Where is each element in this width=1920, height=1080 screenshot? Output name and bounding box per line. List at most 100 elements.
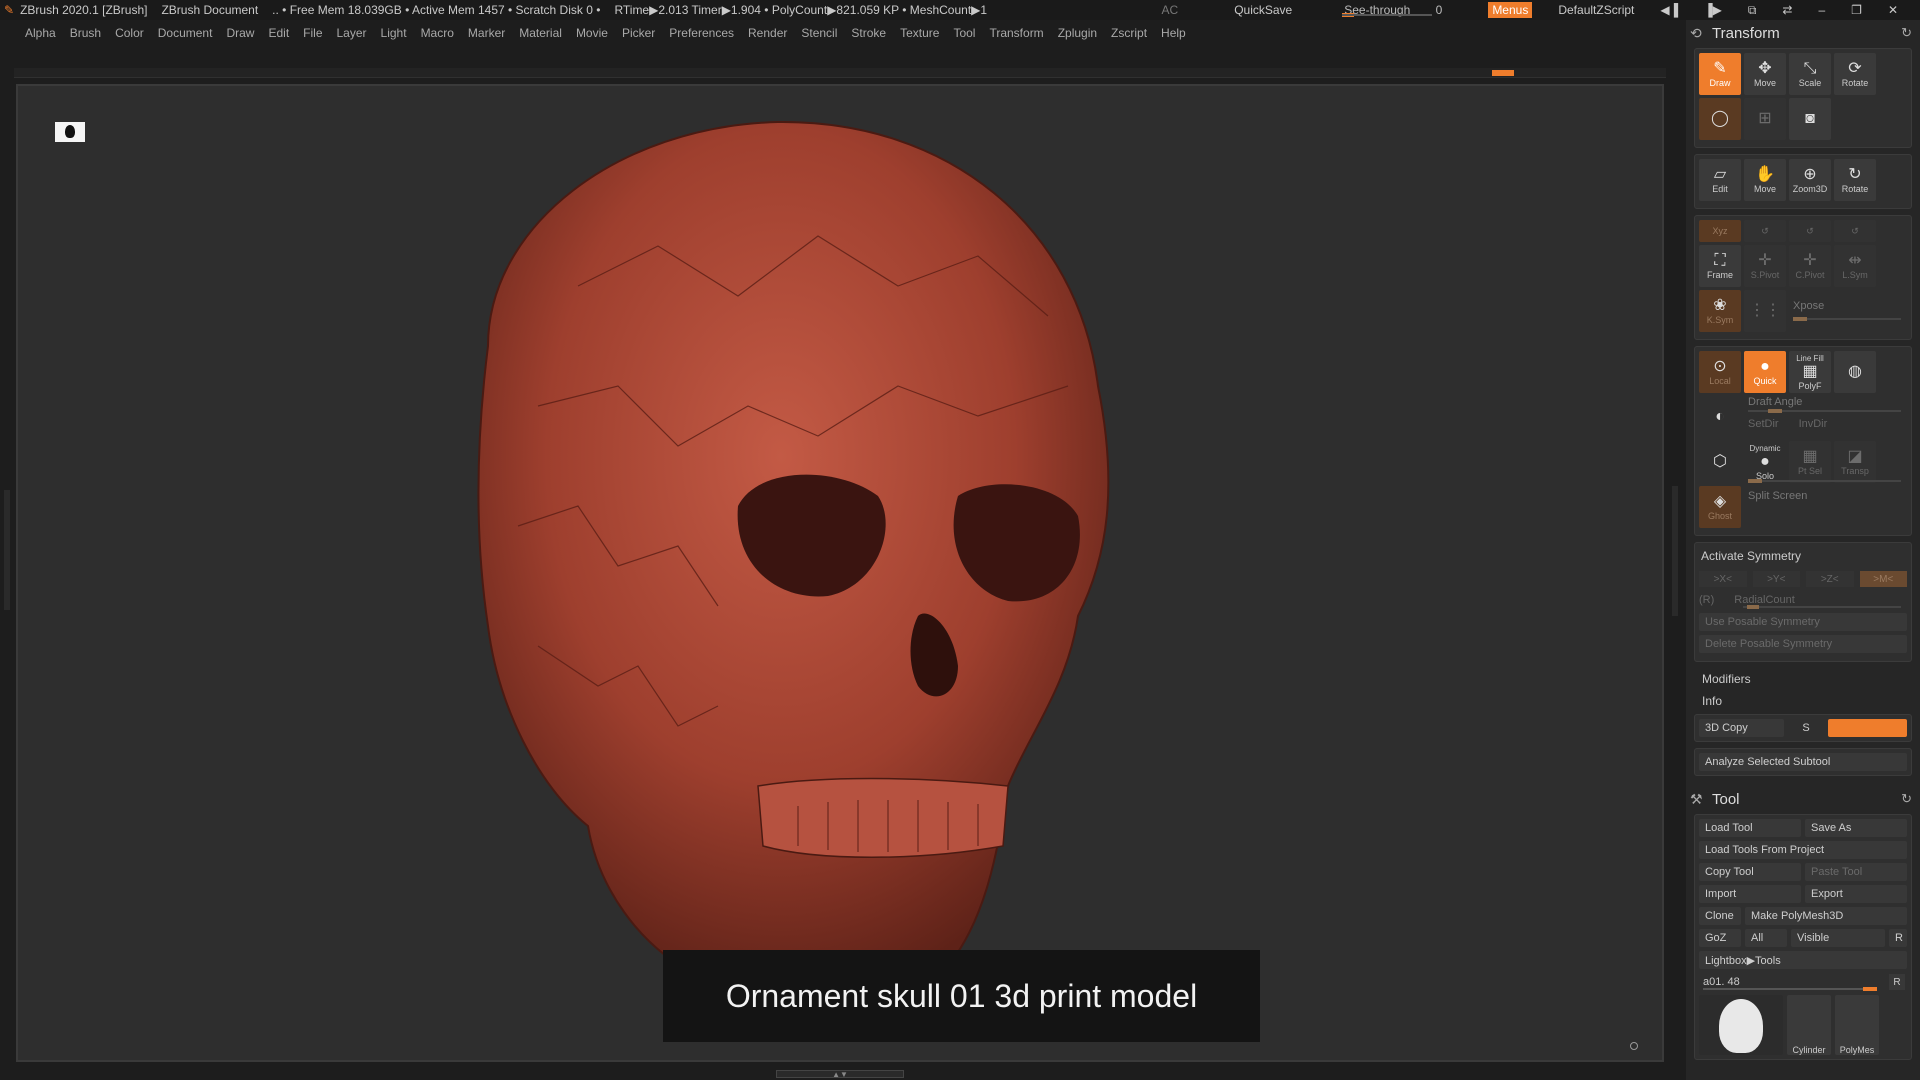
draw-button[interactable]: ✎ Draw <box>1699 53 1741 95</box>
modifiers-subpalette[interactable]: Modifiers <box>1686 668 1920 690</box>
close-icon[interactable]: ✕ <box>1888 3 1898 17</box>
sym-y-toggle[interactable]: >Y< <box>1752 571 1800 587</box>
menu-zplugin[interactable]: Zplugin <box>1051 26 1104 40</box>
bottom-tray-handle[interactable]: ▲▼ <box>776 1070 904 1079</box>
skull-model[interactable] <box>18 86 1664 1062</box>
window-swap-icon[interactable]: ⇄ <box>1782 3 1792 17</box>
transp-button[interactable]: ◪ Transp <box>1834 441 1876 483</box>
radial-count-label[interactable]: RadialCount <box>1734 594 1795 606</box>
lsym-button[interactable]: ⇹ L.Sym <box>1834 245 1876 287</box>
free-rotate-toggle[interactable]: ↺ <box>1834 220 1876 242</box>
menu-zscript[interactable]: Zscript <box>1104 26 1154 40</box>
ksym-button[interactable]: ❀ K.Sym <box>1699 290 1741 332</box>
window-tile-icon[interactable]: ⧉ <box>1748 3 1757 18</box>
menu-preferences[interactable]: Preferences <box>662 26 741 40</box>
sphere-button[interactable]: ◍ <box>1834 351 1876 393</box>
goz-r-button[interactable]: R <box>1889 929 1907 947</box>
import-button[interactable]: Import <box>1699 885 1801 903</box>
shelf-marker[interactable] <box>1492 70 1514 76</box>
ptsel-button[interactable]: ▦ Pt Sel <box>1789 441 1831 483</box>
transform-palette-header[interactable]: ⟲ Transform ↻ <box>1686 20 1920 46</box>
menu-marker[interactable]: Marker <box>461 26 512 40</box>
split-screen-slider[interactable]: Split Screen <box>1744 479 1907 504</box>
xyz-toggle[interactable]: Xyz <box>1699 220 1741 242</box>
menu-macro[interactable]: Macro <box>414 26 461 40</box>
tool-palette-header[interactable]: ⚒ Tool ↻ <box>1686 786 1920 812</box>
menu-edit[interactable]: Edit <box>261 26 296 40</box>
info-subpalette[interactable]: Info <box>1686 690 1920 712</box>
all-button[interactable]: All <box>1745 929 1787 947</box>
menu-stencil[interactable]: Stencil <box>794 26 844 40</box>
menu-transform[interactable]: Transform <box>982 26 1050 40</box>
right-tray-handle[interactable] <box>1672 486 1678 616</box>
menus-toggle[interactable]: Menus <box>1488 2 1533 18</box>
draft-angle-knob[interactable] <box>1768 409 1782 413</box>
menu-tool[interactable]: Tool <box>946 26 982 40</box>
draft-angle-slider[interactable]: Draft Angle <box>1744 396 1907 414</box>
sym-m-toggle[interactable]: >M< <box>1859 571 1907 587</box>
rotate-button[interactable]: ⟳ Rotate <box>1834 53 1876 95</box>
tool-thumbnail-cylinder[interactable]: Cylinder <box>1787 995 1831 1055</box>
menu-draw[interactable]: Draw <box>219 26 261 40</box>
move-button[interactable]: ✥ Move <box>1744 53 1786 95</box>
local-button[interactable]: ⊙ Local <box>1699 351 1741 393</box>
paste-tool-button[interactable]: Paste Tool <box>1805 863 1907 881</box>
tool-slot-slider[interactable]: a01. 48 R <box>1699 973 1907 991</box>
export-button[interactable]: Export <box>1805 885 1907 903</box>
copy3d-button[interactable]: 3D Copy <box>1699 719 1785 737</box>
menu-alpha[interactable]: Alpha <box>18 26 63 40</box>
layout-icon[interactable]: ◀▐ <box>1660 3 1678 17</box>
make-polymesh3d-button[interactable]: Make PolyMesh3D <box>1745 907 1907 925</box>
layout-icon-2[interactable]: ▐▶ <box>1704 3 1722 17</box>
minimize-icon[interactable]: – <box>1818 3 1825 17</box>
scale-button[interactable]: ⤡ Scale <box>1789 53 1831 95</box>
ghost-button[interactable]: ◈ Ghost <box>1699 486 1741 528</box>
split-screen-knob[interactable] <box>1748 479 1762 483</box>
copy-tool-button[interactable]: Copy Tool <box>1699 863 1801 881</box>
canvas-viewport[interactable]: Ornament skull 01 3d print model <box>16 84 1664 1062</box>
z-rotate-toggle[interactable]: ↺ <box>1789 220 1831 242</box>
wire-cube-button[interactable]: ⬡ <box>1699 441 1741 483</box>
copy3d-value-input[interactable] <box>1827 719 1907 737</box>
palette-reset-icon[interactable]: ↻ <box>1901 25 1912 41</box>
menu-picker[interactable]: Picker <box>615 26 662 40</box>
radial-count-track[interactable] <box>1743 605 1901 609</box>
delete-posable-symmetry-button[interactable]: Delete Posable Symmetry <box>1699 635 1907 653</box>
edit-gizmo-button[interactable]: ⊞ <box>1744 98 1786 140</box>
sym-z-toggle[interactable]: >Z< <box>1806 571 1854 587</box>
rotate-view-button[interactable]: ↻ Rotate <box>1834 159 1876 201</box>
quick-button[interactable]: ● Quick <box>1744 351 1786 393</box>
tool-thumbnail-current[interactable] <box>1699 995 1783 1055</box>
load-tool-button[interactable]: Load Tool <box>1699 819 1801 837</box>
clone-button[interactable]: Clone <box>1699 907 1741 925</box>
frame-button[interactable]: ⛶ Frame <box>1699 245 1741 287</box>
save-as-button[interactable]: Save As <box>1805 819 1907 837</box>
left-tray-handle[interactable] <box>4 490 10 610</box>
polyf-button[interactable]: Line Fill ▦ PolyF <box>1789 351 1831 393</box>
setdir-button[interactable]: SetDir <box>1748 418 1779 430</box>
draft-toggle[interactable]: ◐ <box>1699 396 1741 438</box>
tool-reset-icon[interactable]: ↻ <box>1901 791 1912 807</box>
menu-file[interactable]: File <box>296 26 329 40</box>
default-script-button[interactable]: DefaultZScript <box>1558 3 1634 17</box>
y-rotate-toggle[interactable]: ↺ <box>1744 220 1786 242</box>
menu-render[interactable]: Render <box>741 26 794 40</box>
menu-color[interactable]: Color <box>108 26 151 40</box>
menu-brush[interactable]: Brush <box>63 26 108 40</box>
cpivot-button[interactable]: ✛ C.Pivot <box>1789 245 1831 287</box>
menu-document[interactable]: Document <box>151 26 220 40</box>
use-posable-symmetry-button[interactable]: Use Posable Symmetry <box>1699 613 1907 631</box>
tool-slot-knob[interactable] <box>1863 987 1877 991</box>
quicksave-button[interactable]: QuickSave <box>1234 3 1292 17</box>
xpose-slider[interactable]: Xpose <box>1789 290 1907 332</box>
menu-light[interactable]: Light <box>374 26 414 40</box>
menu-stroke[interactable]: Stroke <box>844 26 893 40</box>
tool-slot-r-button[interactable]: R <box>1889 974 1905 990</box>
analyze-subtool-button[interactable]: Analyze Selected Subtool <box>1699 753 1907 771</box>
see-through-knob[interactable] <box>1342 13 1355 17</box>
snapshot-button[interactable]: ◙ <box>1789 98 1831 140</box>
menu-movie[interactable]: Movie <box>569 26 615 40</box>
lightbox-tools-button[interactable]: Lightbox▶Tools <box>1699 951 1907 969</box>
edit-button[interactable]: ▱ Edit <box>1699 159 1741 201</box>
ac-toggle[interactable]: AC <box>1162 3 1179 17</box>
